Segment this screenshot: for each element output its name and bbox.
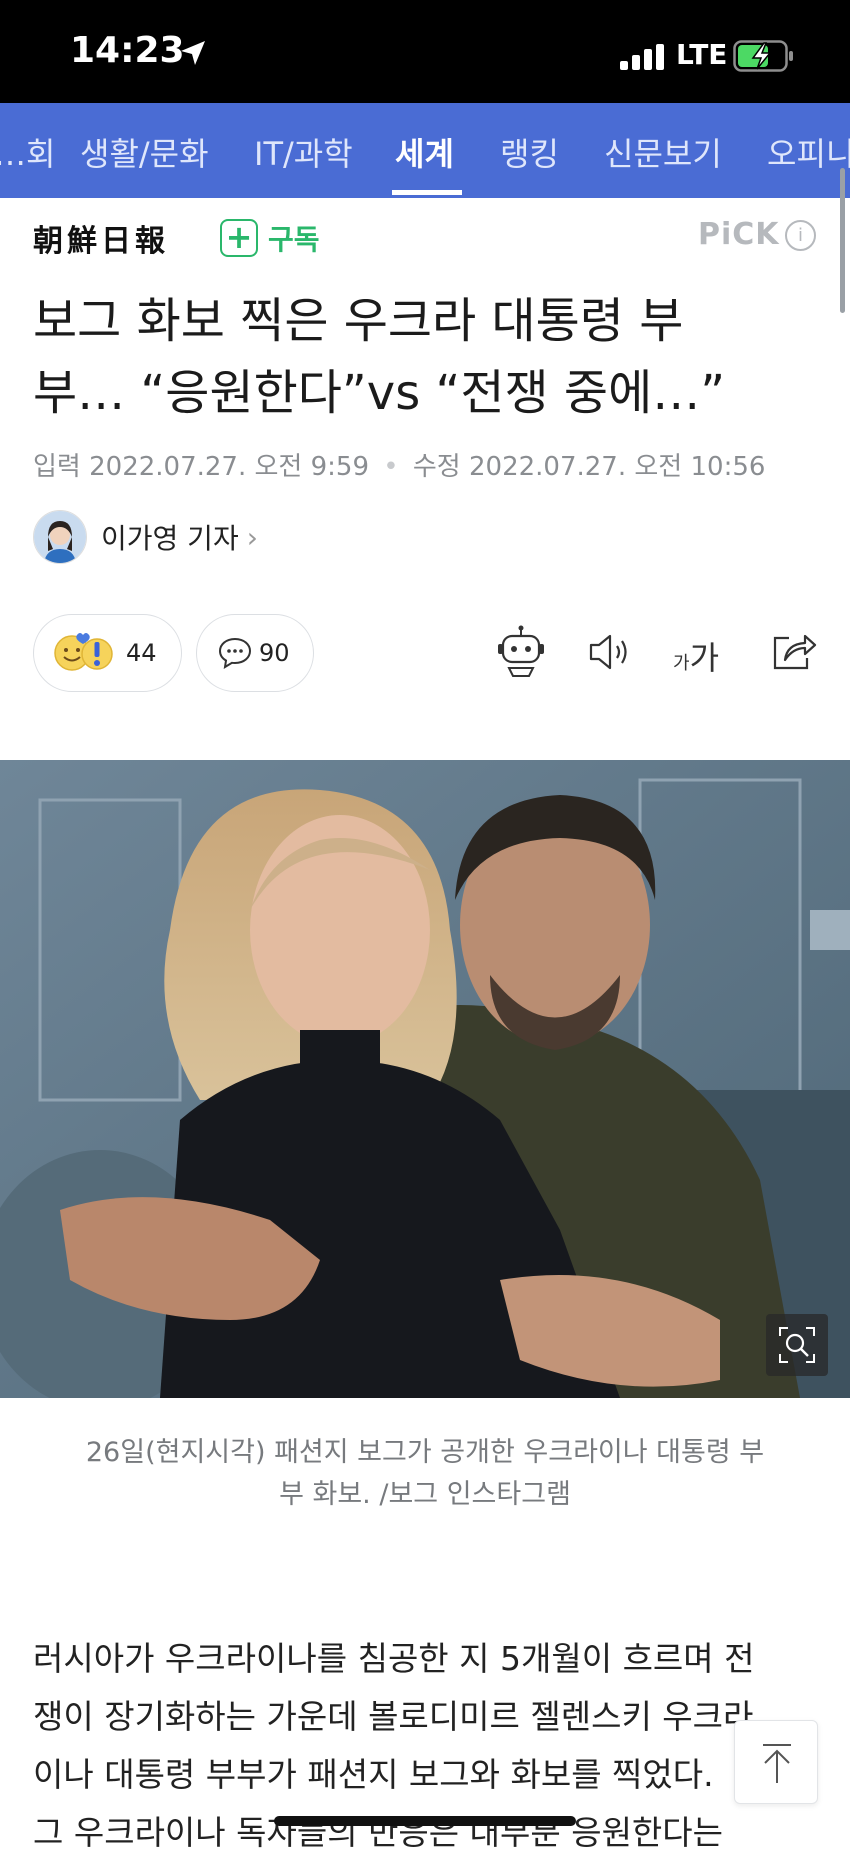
category-nav: …회 생활/문화 IT/과학 세계 랭킹 신문보기 오피니 xyxy=(0,103,850,198)
avatar xyxy=(33,510,87,564)
info-icon[interactable]: i xyxy=(785,220,816,251)
tab-life-culture[interactable]: 생활/문화 xyxy=(80,129,209,175)
body-line: 쟁이 장기화하는 가운데 볼로디미르 젤렌스키 우크라 xyxy=(33,1697,754,1736)
pick-badge: PiCK xyxy=(698,217,780,252)
article-photo[interactable] xyxy=(0,760,850,1398)
tab-opinion[interactable]: 오피니 xyxy=(767,129,850,175)
comment-count: 90 xyxy=(259,639,290,667)
article-body: 러시아가 우크라이나를 침공한 지 5개월이 흐르며 전 쟁이 장기화하는 가운… xyxy=(33,1630,823,1862)
reaction-count: 44 xyxy=(126,639,157,667)
zoom-icon xyxy=(779,1327,815,1363)
modified-date: 2022.07.27. 오전 10:56 xyxy=(468,452,766,482)
zoom-button[interactable] xyxy=(766,1314,828,1376)
tab-it-science[interactable]: IT/과학 xyxy=(254,129,353,175)
photo-caption: 26일(현지시각) 패션지 보그가 공개한 우크라이나 대통령 부 부 화보. … xyxy=(50,1432,800,1516)
battery-charging-icon xyxy=(733,40,793,72)
network-type: LTE xyxy=(676,38,728,71)
font-size-big: 가 xyxy=(689,639,720,677)
smile-emoji-icon xyxy=(54,633,113,671)
caption-line: 26일(현지시각) 패션지 보그가 공개한 우크라이나 대통령 부 xyxy=(85,1437,765,1468)
input-date: 2022.07.27. 오전 9:59 xyxy=(89,452,369,482)
tab-newspaper[interactable]: 신문보기 xyxy=(604,129,722,175)
robot-summary-icon[interactable] xyxy=(493,624,549,680)
tab-ranking[interactable]: 랭킹 xyxy=(500,129,559,175)
font-size-small: 가 xyxy=(673,653,690,674)
body-line: 러시아가 우크라이나를 침공한 지 5개월이 흐르며 전 xyxy=(33,1639,755,1678)
headline-line: 보그 화보 찍은 우크라 대통령 부 xyxy=(33,293,684,349)
active-tab-indicator xyxy=(392,190,462,195)
author-link[interactable]: 이가영 기자 › xyxy=(33,510,258,564)
author-name: 이가영 기자 xyxy=(101,522,239,555)
separator-dot: • xyxy=(383,452,399,482)
scrollbar[interactable] xyxy=(840,168,845,313)
arrow-up-icon xyxy=(763,1744,791,1783)
home-indicator[interactable] xyxy=(274,1816,576,1826)
article-headline: 보그 화보 찍은 우크라 대통령 부 부… “응원한다”vs “전쟁 중에…” xyxy=(33,285,823,429)
tab-world[interactable]: 세계 xyxy=(395,129,454,175)
headline-line: 부… “응원한다”vs “전쟁 중에…” xyxy=(33,365,726,421)
plus-icon: + xyxy=(220,219,258,257)
speaker-icon[interactable] xyxy=(583,624,639,680)
font-size-icon[interactable]: 가가 xyxy=(673,633,719,679)
tab-society[interactable]: …회 xyxy=(0,129,55,175)
status-bar: 14:23 LTE xyxy=(0,0,850,103)
share-icon[interactable] xyxy=(765,624,821,680)
reaction-button[interactable]: 44 xyxy=(33,614,182,692)
comment-button[interactable]: 90 xyxy=(196,614,314,692)
press-logo[interactable]: 朝鮮日報 xyxy=(33,216,169,260)
modified-label: 수정 xyxy=(412,452,461,482)
comment-icon xyxy=(218,637,252,669)
body-line: 이나 대통령 부부가 패션지 보그와 화보를 찍었다. xyxy=(33,1755,714,1794)
dateline: 입력 2022.07.27. 오전 9:59 • 수정 2022.07.27. … xyxy=(33,446,765,483)
input-label: 입력 xyxy=(33,452,81,482)
caption-line: 부 화보. /보그 인스타그램 xyxy=(279,1479,571,1510)
subscribe-label: 구독 xyxy=(268,223,320,256)
signal-icon xyxy=(620,44,664,70)
status-time: 14:23 xyxy=(70,30,185,71)
subscribe-button[interactable]: + 구독 xyxy=(220,217,320,259)
scroll-top-button[interactable] xyxy=(734,1720,818,1804)
chevron-right-icon: › xyxy=(246,520,258,554)
location-arrow-icon xyxy=(181,41,205,65)
